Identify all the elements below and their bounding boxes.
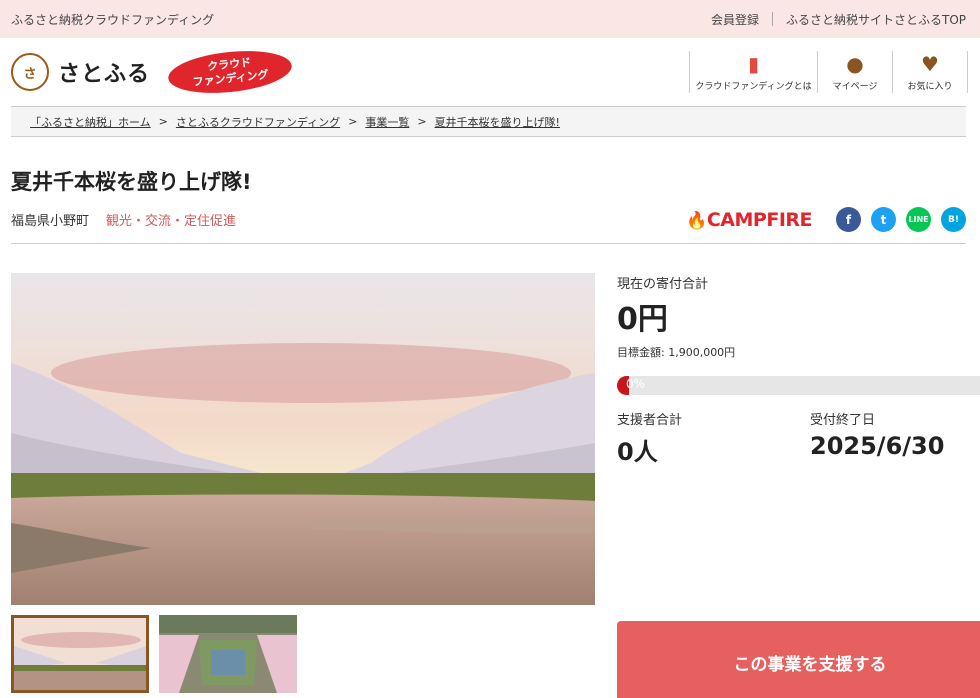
thumbnail-image [159, 615, 297, 693]
breadcrumb-home[interactable]: 「ふるさと納税」ホーム [30, 114, 151, 130]
image-gallery [11, 273, 595, 698]
header-nav: ▮ クラウドファンディングとは ● マイページ ♥ お気に入り [689, 51, 968, 93]
facebook-share-icon[interactable]: f [836, 207, 861, 232]
flame-icon: 🔥 [686, 210, 707, 231]
funding-info: 現在の寄付合計 0円 目標金額: 1,900,000円 0% 支援者合計 0人 … [617, 273, 980, 698]
thumbnail-image [11, 615, 149, 693]
member-register-link[interactable]: 会員登録 [711, 11, 759, 28]
logo-mark: さ [11, 53, 49, 91]
current-total-value: 0円 [617, 302, 668, 337]
logo-text: さとふる [58, 62, 151, 87]
header: さ さとふる クラウド ファンディング ▮ クラウドファンディングとは ● マイ… [0, 38, 980, 106]
breadcrumb-list[interactable]: 事業一覧 [365, 114, 409, 130]
thumbnail-1[interactable] [11, 615, 149, 693]
main-image [11, 273, 595, 605]
deadline-value: 2025/6/30 [810, 432, 945, 460]
page-title: 夏井千本桜を盛り上げ隊! [11, 170, 252, 194]
progress-percent: 0% [626, 377, 646, 391]
supporters-stat: 支援者合計 0人 [617, 409, 810, 467]
main-content: 現在の寄付合計 0円 目標金額: 1,900,000円 0% 支援者合計 0人 … [11, 273, 980, 698]
stats-row: 支援者合計 0人 受付終了日 2025/6/30 [617, 409, 980, 467]
support-project-button[interactable]: この事業を支援する [617, 621, 980, 698]
divider [771, 12, 773, 26]
breadcrumb-separator: > [348, 115, 358, 128]
deadline-stat: 受付終了日 2025/6/30 [810, 409, 980, 467]
goal-amount: 目標金額: 1,900,000円 [617, 346, 736, 359]
person-icon: ● [846, 52, 864, 76]
nav-mypage[interactable]: ● マイページ [818, 51, 893, 93]
cherry-blossom-river-image [11, 273, 595, 605]
heart-icon: ♥ [921, 52, 939, 76]
hatena-share-icon[interactable]: B! [941, 207, 966, 232]
progress-bar: 0% [617, 376, 980, 395]
breadcrumb: 「ふるさと納税」ホーム > さとふるクラウドファンディング > 事業一覧 > 夏… [11, 106, 966, 137]
nav-about-crowdfunding[interactable]: ▮ クラウドファンディングとは [690, 51, 818, 93]
current-total-label: 現在の寄付合計 [617, 277, 709, 292]
project-meta: 福島県小野町 観光・交流・定住促進 🔥CAMPFIRE f t LINE B! [11, 196, 966, 244]
location: 福島県小野町 [11, 214, 90, 229]
crowdfunding-badge: クラウド ファンディング [166, 45, 294, 99]
nav-label: お気に入り [907, 82, 953, 92]
thumbnail-list [11, 615, 595, 693]
breadcrumb-crowdfunding[interactable]: さとふるクラウドファンディング [176, 114, 340, 130]
breadcrumb-current[interactable]: 夏井千本桜を盛り上げ隊! [435, 114, 560, 130]
breadcrumb-separator: > [158, 115, 168, 128]
nav-favorites[interactable]: ♥ お気に入り [893, 51, 968, 93]
supporters-value: 0人 [617, 438, 658, 466]
category: 観光・交流・定住促進 [106, 214, 237, 229]
supporters-label: 支援者合計 [617, 413, 683, 428]
deadline-label: 受付終了日 [810, 413, 876, 428]
nav-label: マイページ [832, 82, 878, 92]
top-bar: ふるさと納税クラウドファンディング 会員登録 ふるさと納税サイトさとふるTOP [0, 0, 980, 38]
site-name: ふるさと納税クラウドファンディング [11, 12, 215, 27]
brand-logo[interactable]: さ さとふる クラウド ファンディング [11, 45, 294, 99]
site-top-link[interactable]: ふるさと納税サイトさとふるTOP [786, 11, 966, 28]
campfire-logo: 🔥CAMPFIRE [686, 209, 812, 231]
partner-name: CAMPFIRE [706, 208, 813, 231]
book-icon: ▮ [747, 52, 759, 76]
nav-label: クラウドファンディングとは [695, 82, 812, 92]
twitter-share-icon[interactable]: t [871, 207, 896, 232]
breadcrumb-separator: > [417, 115, 427, 128]
thumbnail-2[interactable] [159, 615, 297, 693]
line-share-icon[interactable]: LINE [906, 207, 931, 232]
